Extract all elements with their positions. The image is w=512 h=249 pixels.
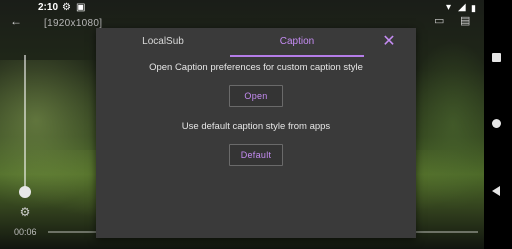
tab-localsub[interactable]: LocalSub	[96, 28, 230, 55]
open-caption-message: Open Caption preferences for custom capt…	[149, 62, 363, 73]
gear-icon: ⚙	[62, 2, 71, 13]
default-button[interactable]: Default	[229, 144, 283, 166]
brightness-slider-track[interactable]	[24, 55, 26, 191]
cast-icon[interactable]: ▭	[434, 14, 444, 27]
caption-dialog: LocalSub Caption ✕ Open Caption preferen…	[96, 28, 416, 238]
tab-caption[interactable]: Caption	[230, 28, 364, 57]
signal-icon: ◢	[458, 2, 466, 13]
dialog-tabs: LocalSub Caption	[96, 28, 366, 57]
video-screen[interactable]: 2:10 ⚙ ▣ ▾ ◢ ▮ ← [1920x1080] ▭ ▤ ⚙ 00:06…	[0, 0, 484, 249]
brightness-slider-thumb[interactable]	[19, 186, 31, 198]
close-icon[interactable]: ✕	[378, 32, 400, 52]
navigation-bar	[484, 0, 512, 249]
wifi-icon: ▾	[446, 2, 452, 13]
default-caption-message: Use default caption style from apps	[181, 121, 331, 132]
home-icon[interactable]	[492, 119, 501, 128]
back-icon[interactable]	[492, 186, 500, 196]
recents-icon[interactable]	[492, 53, 501, 62]
video-resolution: [1920x1080]	[44, 18, 103, 29]
subtitle-icon[interactable]: ▤	[460, 14, 470, 27]
status-time: 2:10	[38, 2, 59, 13]
open-button[interactable]: Open	[229, 85, 283, 107]
back-arrow-icon[interactable]: ←	[10, 14, 22, 28]
elapsed-time: 00:06	[14, 227, 37, 237]
download-icon: ▣	[76, 2, 86, 13]
battery-icon: ▮	[471, 3, 476, 13]
status-bar: 2:10 ⚙ ▣ ▾ ◢ ▮	[0, 0, 484, 16]
settings-icon[interactable]: ⚙	[18, 205, 32, 219]
